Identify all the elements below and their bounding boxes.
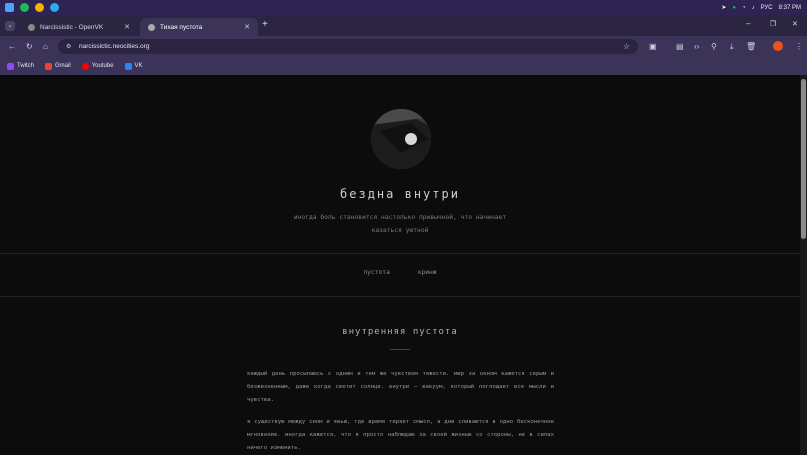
bookmark-vk[interactable]: VK [124,62,143,70]
site-avatar [371,109,431,169]
avatar-image [371,109,431,169]
browser-toolbar: ← ↻ ⌂ ⚙ narcissictic.neocities.org ☆ ▣ ▤… [0,36,807,57]
web-page: бездна внутри иногда боль становится нас… [0,75,800,455]
close-tab-icon[interactable]: ✕ [244,23,250,31]
nav-link-pustota[interactable]: пустота [363,269,390,276]
tab-bar: ⌄ Narcissistic - OpenVK ✕ Тихая пустота … [0,15,807,36]
site-nav: пустота кринж [0,269,800,276]
devtools-icon[interactable]: ‹› [694,36,699,57]
bookmark-youtube[interactable]: Youtube [81,62,114,70]
taskbar: ➤ ● ◔ ♪ РУС 8:37 PM [0,0,807,15]
close-window-icon[interactable]: ✕ [792,20,798,28]
vk-icon [124,62,132,70]
header-divider [0,253,800,254]
nav-link-krinzh[interactable]: кринж [418,269,437,276]
youtube-icon [81,62,89,70]
back-icon[interactable]: ← [8,36,16,57]
page-scrollbar[interactable] [800,75,807,455]
language-indicator[interactable]: РУС [761,5,773,11]
reload-icon[interactable]: ↻ [26,36,33,57]
telegram-icon[interactable] [50,3,59,12]
globe-favicon [148,23,155,31]
new-tab-icon[interactable]: + [262,19,268,30]
extensions-icon[interactable]: ▣ [649,36,657,57]
address-bar[interactable]: ⚙ narcissictic.neocities.org ☆ [58,39,638,54]
gmail-icon [45,62,53,70]
restore-icon[interactable]: ❐ [770,20,776,28]
tab-search-icon[interactable]: ⌄ [5,21,15,31]
paragraph: каждый день просыпаюсь с одним и тем же … [247,371,554,403]
twitch-icon [7,62,14,70]
tab-openvk[interactable]: Narcissistic - OpenVK ✕ [20,18,138,36]
volume-icon[interactable]: ♪ [752,5,755,11]
site-subtitle: иногда боль становится настолько привычн… [293,214,507,234]
spotify-tray-icon[interactable]: ● [732,5,736,11]
bookmark-star-icon[interactable]: ☆ [623,42,630,51]
clock[interactable]: 8:37 PM [779,5,801,11]
scrollbar-thumb[interactable] [801,79,806,239]
menu-dots-icon[interactable]: ⋮ [795,36,803,57]
paragraph: я существую между сном и явью, где время… [247,419,554,451]
nav-divider [0,296,800,297]
url-text[interactable]: narcissictic.neocities.org [79,43,149,50]
spotify-icon[interactable] [20,3,29,12]
openvk-favicon [28,23,35,31]
reading-list-icon[interactable]: ▤ [676,36,684,57]
site-info-icon[interactable]: ⚙ [66,43,71,50]
tab-title: Narcissistic - OpenVK [40,23,104,31]
tab-tihaya-pustota[interactable]: Тихая пустота ✕ [140,18,258,36]
bookmark-twitch[interactable]: Twitch [7,62,34,70]
translate-icon[interactable]: ⚲ [711,36,717,57]
wifi-icon[interactable]: ◔ [742,5,746,11]
tab-title: Тихая пустота [160,23,203,31]
home-icon[interactable]: ⌂ [43,36,48,57]
telegram-tray-icon[interactable]: ➤ [721,4,726,11]
windows-start-icon[interactable] [5,3,14,12]
section-title: внутренняя пустота [342,327,458,337]
site-title: бездна внутри [340,187,460,201]
chrome-icon[interactable] [35,3,44,12]
profile-avatar[interactable] [773,41,783,51]
trash-icon[interactable]: 🗑 [746,36,756,57]
section-underline [390,349,410,350]
close-tab-icon[interactable]: ✕ [124,23,130,31]
minimize-icon[interactable]: – [746,19,750,28]
bookmarks-bar: Twitch Gmail Youtube VK [0,57,807,75]
bookmark-gmail[interactable]: Gmail [45,62,71,70]
download-icon[interactable]: ⤓ [730,36,734,57]
